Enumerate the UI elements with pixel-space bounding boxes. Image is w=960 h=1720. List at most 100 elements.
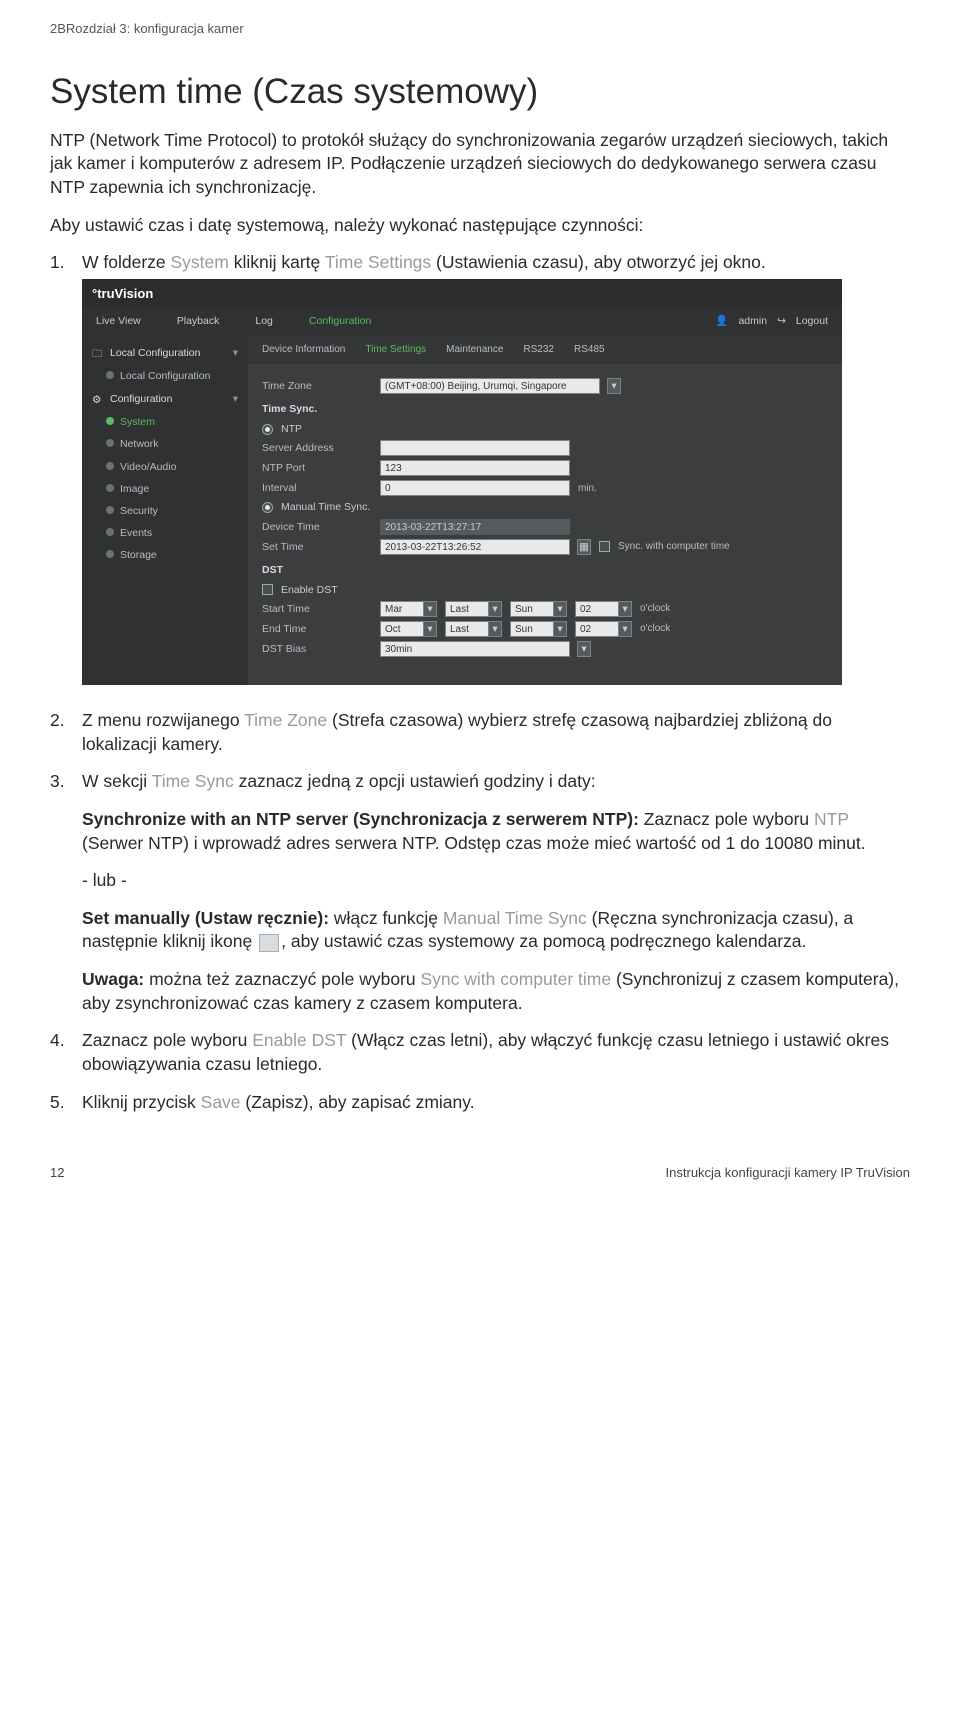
sidebar-group-configuration[interactable]: ⚙ Configuration ▾	[82, 387, 248, 411]
text: Zaznacz pole wyboru	[639, 809, 814, 829]
radio-ntp[interactable]	[262, 424, 273, 435]
sidebar-item-local-config[interactable]: Local Configuration	[82, 365, 248, 387]
calendar-icon[interactable]: ▦	[577, 539, 591, 555]
sidebar-item-network[interactable]: Network	[82, 433, 248, 455]
label-interval: Interval	[262, 481, 372, 495]
radio-manual-sync[interactable]	[262, 502, 273, 513]
subtab-rs232[interactable]: RS232	[523, 343, 554, 357]
chevron-down-icon[interactable]: ▾	[423, 601, 437, 617]
select-end-day[interactable]: Sun	[510, 621, 554, 637]
chevron-down-icon: ▾	[233, 346, 238, 360]
logout-icon: ↪	[777, 314, 786, 328]
step-2: 2. Z menu rozwijanego Time Zone (Strefa …	[50, 709, 910, 756]
select-start-month[interactable]: Mar	[380, 601, 424, 617]
main-panel: Device Information Time Settings Mainten…	[248, 335, 842, 685]
sidebar-item-events[interactable]: Events	[82, 522, 248, 544]
calendar-icon	[259, 934, 279, 952]
input-ntp-port[interactable]: 123	[380, 460, 570, 476]
subtab-maintenance[interactable]: Maintenance	[446, 343, 503, 357]
text: (Zapisz), aby zapisać zmiany.	[241, 1092, 475, 1112]
chevron-down-icon[interactable]: ▾	[553, 601, 567, 617]
chevron-down-icon[interactable]: ▾	[423, 621, 437, 637]
note-label: Uwaga:	[82, 969, 144, 989]
chevron-down-icon[interactable]: ▾	[577, 641, 591, 657]
select-end-week[interactable]: Last	[445, 621, 489, 637]
text: Kliknij przycisk	[82, 1092, 201, 1112]
page-title: System time (Czas systemowy)	[50, 68, 910, 115]
select-dst-bias[interactable]: 30min	[380, 641, 570, 657]
chevron-down-icon[interactable]: ▾	[488, 601, 502, 617]
label-enable-dst: Enable DST	[281, 583, 338, 597]
tab-log[interactable]: Log	[255, 314, 273, 328]
select-end-hour[interactable]: 02	[575, 621, 619, 637]
label-dst-bias: DST Bias	[262, 642, 372, 656]
text: W sekcji	[82, 771, 152, 791]
sidebar-group-local[interactable]: 🗀 Local Configuration ▾	[82, 341, 248, 365]
subtab-device-info[interactable]: Device Information	[262, 343, 345, 357]
input-server-address[interactable]	[380, 440, 570, 456]
logout-link[interactable]: Logout	[796, 314, 828, 328]
subtab-time-settings[interactable]: Time Settings	[365, 343, 426, 357]
sidebar-item-storage[interactable]: Storage	[82, 544, 248, 566]
step-4: 4. Zaznacz pole wyboru Enable DST (Włącz…	[50, 1029, 910, 1076]
brand-logo: °truVision	[82, 279, 842, 309]
chevron-down-icon[interactable]: ▾	[607, 378, 621, 394]
instructions-lead: Aby ustawić czas i datę systemową, należ…	[50, 214, 910, 238]
label-server-address: Server Address	[262, 441, 372, 455]
keyword-time-sync: Time Sync	[152, 771, 234, 791]
sidebar-item-video[interactable]: Video/Audio	[82, 456, 248, 478]
keyword-system: System	[171, 252, 229, 272]
step-5: 5. Kliknij przycisk Save (Zapisz), aby z…	[50, 1091, 910, 1115]
step-3-note: Uwaga: można też zaznaczyć pole wyboru S…	[82, 968, 910, 1015]
tab-configuration[interactable]: Configuration	[309, 314, 371, 328]
sub-tabs: Device Information Time Settings Mainten…	[248, 335, 842, 365]
keyword-manual-time-sync: Manual Time Sync	[443, 908, 587, 928]
unit-oclock: o'clock	[640, 622, 670, 636]
value-device-time: 2013-03-22T13:27:17	[380, 519, 570, 535]
label-ntp-option: Synchronize with an NTP server (Synchron…	[82, 809, 639, 829]
top-nav: Live View Playback Log Configuration 👤 a…	[82, 308, 842, 334]
keyword-enable-dst: Enable DST	[252, 1030, 346, 1050]
select-start-week[interactable]: Last	[445, 601, 489, 617]
text: (Ustawienia czasu), aby otworzyć jej okn…	[431, 252, 766, 272]
input-set-time[interactable]: 2013-03-22T13:26:52	[380, 539, 570, 555]
gear-icon: ⚙	[92, 393, 104, 405]
input-interval[interactable]: 0	[380, 480, 570, 496]
checkbox-sync-pc[interactable]	[599, 541, 610, 552]
text: Zaznacz pole wyboru	[82, 1030, 252, 1050]
select-start-hour[interactable]: 02	[575, 601, 619, 617]
label-set-time: Set Time	[262, 540, 372, 554]
keyword-sync-computer: Sync with computer time	[420, 969, 611, 989]
text: W folderze	[82, 252, 171, 272]
keyword-time-zone: Time Zone	[244, 710, 327, 730]
chevron-down-icon[interactable]: ▾	[488, 621, 502, 637]
sidebar: 🗀 Local Configuration ▾ Local Configurat…	[82, 335, 248, 685]
text: Z menu rozwijanego	[82, 710, 244, 730]
text: (Serwer NTP) i wprowadź adres serwera NT…	[82, 833, 866, 853]
select-end-month[interactable]: Oct	[380, 621, 424, 637]
chevron-down-icon[interactable]: ▾	[618, 601, 632, 617]
select-start-day[interactable]: Sun	[510, 601, 554, 617]
chevron-down-icon[interactable]: ▾	[618, 621, 632, 637]
sidebar-item-image[interactable]: Image	[82, 478, 248, 500]
sidebar-item-security[interactable]: Security	[82, 500, 248, 522]
label-start-time: Start Time	[262, 602, 372, 616]
screenshot-panel: °truVision Live View Playback Log Config…	[82, 279, 842, 685]
section-dst: DST	[262, 563, 828, 577]
subtab-rs485[interactable]: RS485	[574, 343, 605, 357]
step-3-or: - lub -	[82, 869, 910, 893]
select-timezone[interactable]: (GMT+08:00) Beijing, Urumqi, Singapore	[380, 378, 600, 394]
label-end-time: End Time	[262, 622, 372, 636]
keyword-time-settings: Time Settings	[325, 252, 431, 272]
folder-icon: 🗀	[92, 347, 104, 359]
tab-live-view[interactable]: Live View	[96, 314, 141, 328]
user-name: admin	[738, 314, 767, 328]
text: można też zaznaczyć pole wyboru	[144, 969, 420, 989]
checkbox-enable-dst[interactable]	[262, 584, 273, 595]
step-3: 3. W sekcji Time Sync zaznacz jedną z op…	[50, 770, 910, 1015]
chevron-down-icon[interactable]: ▾	[553, 621, 567, 637]
text: , aby ustawić czas systemowy za pomocą p…	[281, 931, 806, 951]
sidebar-item-system[interactable]: System	[82, 411, 248, 433]
tab-playback[interactable]: Playback	[177, 314, 220, 328]
user-icon: 👤	[715, 314, 728, 328]
